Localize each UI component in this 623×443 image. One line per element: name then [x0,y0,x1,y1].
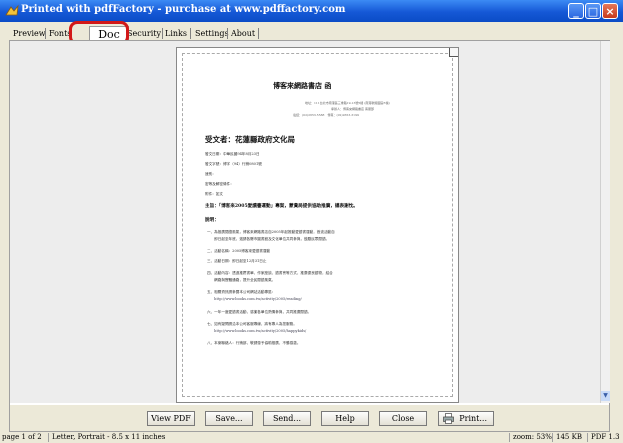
vertical-scrollbar[interactable]: ▼ [600,41,610,403]
tab-divider [227,28,228,39]
tab-divider [162,28,163,39]
close-window-button[interactable]: × [602,3,618,19]
page-fold-corner-icon [449,48,458,57]
title-bar: Printed with pdfFactory - purchase at ww… [0,0,623,22]
status-zoom: zoom: 53% [509,433,552,442]
status-paper-size: Letter, Portrait - 8.5 x 11 inches [48,433,165,442]
doc-address-line: 電話：(02)2653-5588 傳真：(02)2653-3199 [293,113,359,117]
tab-divider [190,28,191,39]
printer-icon [443,413,454,424]
tab-security[interactable]: Security [128,27,161,40]
tab-settings[interactable]: Settings [195,27,229,40]
doc-body-line: 八、本案聯絡人：行銷部，敬請惠予協助推廣，不勝感激。 [207,341,301,345]
doc-body-line: 即日起至年底，邀請各縣市圖書館及文化單位共同參與，鼓勵民眾閱讀。 [207,237,330,241]
status-bar: page 1 of 2 Letter, Portrait - 8.5 x 11 … [0,432,623,443]
doc-explain-label: 說明： [205,218,219,223]
doc-subject: 主旨：「博客來2005愛讀書運動」專案，蒙貴局提供協助推廣，謹表謝忱。 [205,204,358,209]
status-file-size: 145 KB [552,433,582,442]
preview-area: 博客來網路書店 函 地址：111台北市南港區三重路19-13號5樓 (南港軟體園… [10,41,600,403]
doc-meta-line: 速別： [205,172,216,176]
save-button[interactable]: Save... [205,411,253,426]
close-button[interactable]: Close [379,411,427,426]
tab-divider [45,28,46,39]
action-toolbar: View PDF Save... Send... Help Close Prin… [10,405,609,431]
pdffactory-app-icon [5,4,19,16]
window-title: Printed with pdfFactory - purchase at ww… [21,4,346,15]
send-button[interactable]: Send... [263,411,311,426]
doc-body-line: 七、如有疑問請洽本公司客服專線，將有專人為您服務。 [207,322,297,326]
doc-body-line: 六、一年一度愛讀書活動，感謝各單位熱情參與，共同推廣閱讀。 [207,310,312,314]
doc-meta-line: 密等及解密條件： [205,182,234,186]
scroll-down-arrow-icon[interactable]: ▼ [601,391,610,401]
print-button-label: Print... [459,414,487,423]
status-page-info: page 1 of 2 [2,433,42,441]
doc-body-line: 三、活動日期：即日起至12月31日止 [207,259,267,263]
doc-meta-line: 附件：如文 [205,192,223,196]
tab-preview[interactable]: Preview [13,27,46,40]
doc-body-line: 四、活動內容：透過推薦書單、作家座談、讀書會等方式，推廣優良讀物，結合 [207,271,333,275]
doc-recipient: 受文者：花蓮縣政府文化局 [205,135,295,144]
tab-about[interactable]: About [231,27,255,40]
doc-address-line: 承辦人：博客來網路書店 客服部 [331,107,374,111]
doc-body-link: http://www.books.com.tw/activity/2005/re… [207,297,302,301]
doc-meta-line: 發文字號：博字（94）行銷0801號 [205,162,262,166]
doc-body-link: http://www.books.com.tw/activity/2005/ha… [207,329,307,333]
doc-body-line: 一、為推廣閱讀風氣，博客來網路書店自2005年起推動愛讀書運動，首波活動自 [207,230,335,234]
doc-body-line: 五、相關資訊請參閱本公司網站活動專區： [207,290,276,294]
main-panel: 博客來網路書店 函 地址：111台北市南港區三重路19-13號5樓 (南港軟體園… [9,40,610,432]
doc-letterhead: 博客來網路書店 函 [273,81,332,90]
doc-body-line: 二、活動名稱：2005博客來愛讀書運動 [207,249,271,253]
help-button[interactable]: Help [321,411,369,426]
maximize-button[interactable]: □ [585,3,601,19]
doc-meta-line: 發文日期：中華民國94年8月23日 [205,152,260,156]
print-button[interactable]: Print... [438,411,494,426]
view-pdf-button[interactable]: View PDF [147,411,195,426]
status-pdf-version: PDF 1.3 [587,433,620,442]
doc-body-line: 網路與實體通路，提升全民閱讀風氣。 [207,278,276,282]
tab-divider [258,28,259,39]
document-page-preview: 博客來網路書店 函 地址：111台北市南港區三重路19-13號5樓 (南港軟體園… [176,47,459,403]
minimize-button[interactable]: _ [568,3,584,19]
tab-links[interactable]: Links [165,27,187,40]
doc-address-line: 地址：111台北市南港區三重路19-13號5樓 (南港軟體園區E棟) [305,101,390,105]
